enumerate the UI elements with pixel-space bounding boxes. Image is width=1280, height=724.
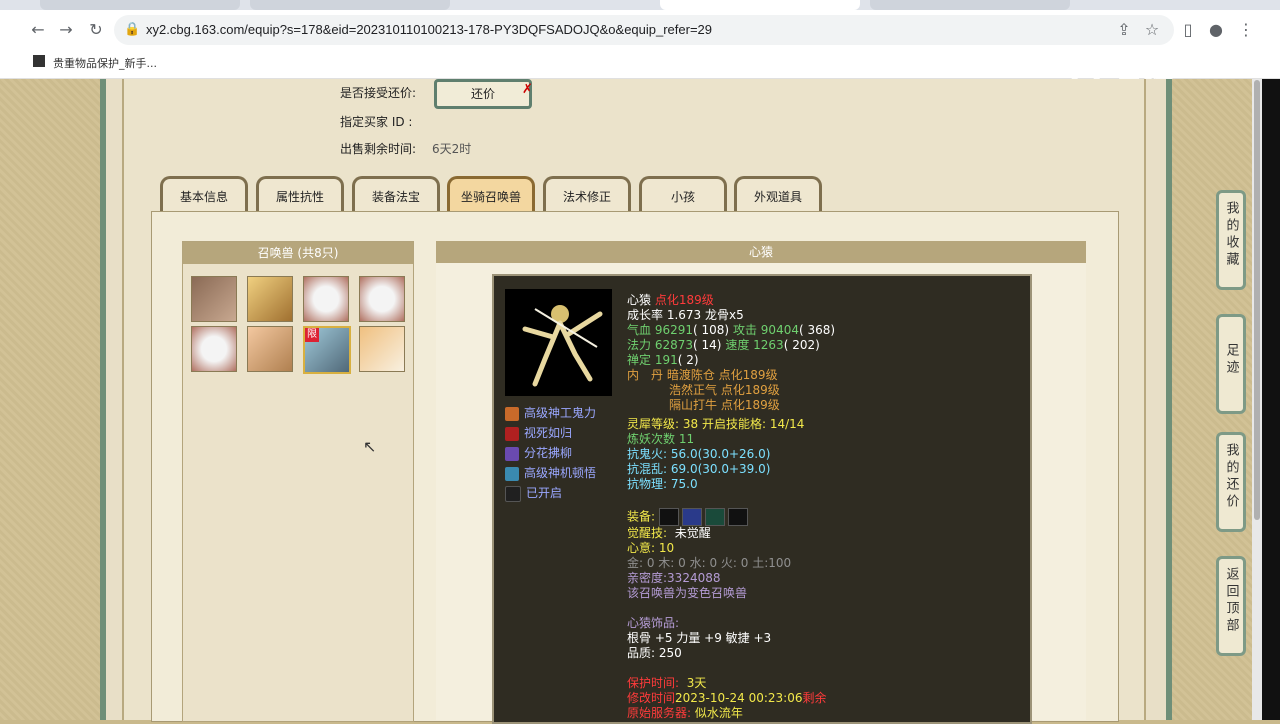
pet-detail-title: 心猿 [436,241,1086,263]
skill-item[interactable]: 视死如归 [505,424,596,444]
buyer-id-label: 指定买家 ID : [340,115,413,129]
browser-tab[interactable] [250,0,450,10]
haggle-button[interactable]: 还价 [434,79,532,109]
share-icon[interactable]: ⇪ [1114,20,1134,40]
reload-icon[interactable]: ↻ [86,20,106,40]
pet-thumbnail[interactable] [247,276,293,322]
pet-thumbnail[interactable] [191,326,237,372]
profile-icon[interactable]: ● [1206,20,1226,40]
tab-basic-info[interactable]: 基本信息 [160,176,248,215]
pet-stats: 心猿 点化189级 成长率 1.673 龙骨x5 气血 96291( 108) … [627,293,1017,721]
pet-thumbnail[interactable] [303,276,349,322]
tab-spell-mods[interactable]: 法术修正 [543,176,631,215]
pet-name: 心猿 [627,293,652,307]
equip-slot-icon[interactable] [681,508,702,526]
skill-list: 高级神工鬼力 视死如归 分花拂柳 高级神机顿悟 已开启 [505,404,596,504]
limited-badge: 限 [305,328,319,342]
tab-appearance[interactable]: 外观道具 [734,176,822,215]
browser-tab[interactable] [40,0,240,10]
lock-icon [505,485,521,502]
footprint-button[interactable]: 足迹 [1216,314,1246,414]
equip-slot-icon[interactable] [727,508,748,526]
forward-icon[interactable]: → [56,20,76,40]
back-icon[interactable]: ← [28,20,48,40]
pet-thumbnail[interactable] [359,326,405,372]
sidepanel-icon[interactable]: ▯ [1178,20,1198,40]
tab-children[interactable]: 小孩 [639,176,727,215]
menu-icon[interactable]: ⋮ [1236,20,1256,40]
scrollbar-thumb[interactable] [1254,80,1260,520]
close-icon[interactable]: ✗ [522,82,533,97]
pet-name-tag: 点化189级 [654,293,714,307]
remaining-time-value: 6天2时 [432,142,472,156]
skill-item[interactable]: 分花拂柳 [505,444,596,464]
mouse-cursor-icon: ↖ [363,437,377,456]
equip-slot-icon[interactable] [658,508,679,526]
pet-portrait [505,289,612,396]
my-haggle-button[interactable]: 我的还价 [1216,432,1246,532]
skill-item[interactable]: 高级神工鬼力 [505,404,596,424]
scrollbar[interactable] [1262,79,1280,720]
star-icon[interactable]: ☆ [1142,20,1162,40]
gear-icon [505,466,519,481]
browser-tab[interactable] [870,0,1070,10]
bookmark-item[interactable]: 贵重物品保护_新手... [53,55,157,71]
flower-icon [505,446,519,461]
lock-icon: 🔒 [124,22,141,37]
tab-attributes[interactable]: 属性抗性 [256,176,344,215]
fist-icon [505,406,519,421]
pet-thumbnail[interactable] [191,276,237,322]
my-favorites-button[interactable]: 我的收藏 [1216,190,1246,290]
blade-icon [505,426,519,441]
pet-thumbnail[interactable] [359,276,405,322]
browser-tab-active[interactable] [660,0,860,10]
pet-growth: 成长率 1.673 龙骨x5 [627,308,744,322]
pet-list-title: 召唤兽 (共8只) [183,242,413,264]
bookmark-icon [33,55,45,67]
url-text[interactable]: xy2.cbg.163.com/equip?s=178&eid=20231011… [146,22,712,37]
equip-slot-icon[interactable] [704,508,725,526]
tab-mounts-pets[interactable]: 坐骑召唤兽 [447,176,535,215]
remaining-time-label: 出售剩余时间: [340,142,417,156]
skill-item[interactable]: 已开启 [505,484,596,504]
pet-thumbnail[interactable] [247,326,293,372]
back-to-top-button[interactable]: 返回顶部 [1216,556,1246,656]
accept-haggle-label: 是否接受还价: [340,86,417,100]
skill-item[interactable]: 高级神机顿悟 [505,464,596,484]
tab-equipment[interactable]: 装备法宝 [352,176,440,215]
